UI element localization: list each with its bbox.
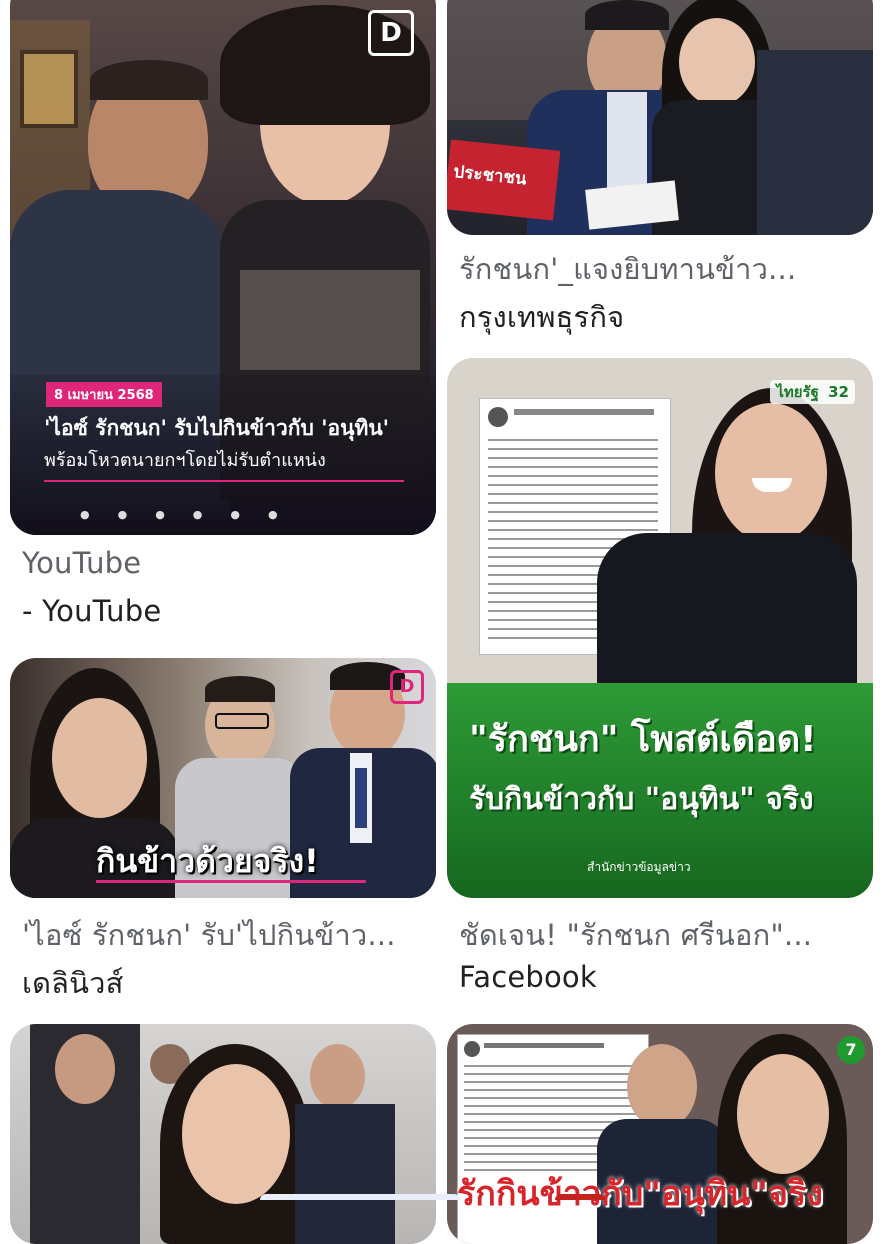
result-title-2[interactable]: รักชนก'_แจงยิบทานข้าว... — [459, 246, 796, 292]
news-logo-icon: D — [368, 10, 414, 56]
news-logo-icon: D — [390, 670, 424, 704]
result-source-2: กรุงเทพธุรกิจ — [459, 300, 625, 334]
channel-badge: 7 — [837, 1036, 865, 1064]
channel-number: 32 — [828, 383, 849, 401]
result-thumbnail-2[interactable]: ประชาชน — [447, 0, 873, 235]
result-title-3[interactable]: 'ไอซ์ รักชนก' รับ'ไปกินข้าว... — [22, 912, 396, 958]
thumb-subheadline: พร้อมโหวตนายกฯโดยไม่รับตำแหน่ง — [44, 450, 326, 471]
thumb-headline: รักกินข้าวกับ"อนุทิน"จริง — [457, 1174, 823, 1214]
channel-name: ไทยรัฐ — [776, 383, 819, 401]
thumb-footer: สำนักข่าวข้อมูลข่าว — [587, 860, 691, 874]
thumb-subheadline: รับกินข้าวกับ "อนุทิน" จริง — [469, 782, 814, 817]
social-icons-row: ●●●●●● — [80, 508, 306, 521]
result-source-4: Facebook — [459, 960, 597, 994]
date-tag: 8 เมษายน 2568 — [46, 382, 162, 407]
result-thumbnail-1[interactable]: D 8 เมษายน 2568 'ไอซ์ รักชนก' รับไปกินข้… — [10, 0, 436, 535]
bottom-nav-fragment — [260, 1194, 460, 1200]
channel-logo: ไทยรัฐ 32 — [770, 380, 855, 404]
result-source-1: - YouTube — [22, 594, 162, 628]
result-thumbnail-6[interactable]: 7 รักกินข้าวกับ"อนุทิน"จริง — [447, 1024, 873, 1244]
result-thumbnail-5[interactable] — [10, 1024, 436, 1244]
result-thumbnail-3[interactable]: D กินข้าวด้วยจริง! — [10, 658, 436, 898]
result-title-4[interactable]: ชัดเจน! "รักชนก ศรีนอก"... — [459, 912, 812, 958]
result-source-3: เดลินิวส์ — [22, 966, 124, 1000]
result-thumbnail-4[interactable]: ไทยรัฐ 32 "รักชนก" โพสต์เดือด! รับกินข้า… — [447, 358, 873, 898]
thumb-headline: 'ไอซ์ รักชนก' รับไปกินข้าวกับ 'อนุทิน' — [44, 416, 390, 440]
name-sign: ประชาชน — [447, 139, 561, 221]
bottom-nav-fragment — [555, 1194, 605, 1200]
thumb-headline: "รักชนก" โพสต์เดือด! — [469, 719, 817, 760]
result-title-1[interactable]: YouTube — [22, 546, 141, 580]
